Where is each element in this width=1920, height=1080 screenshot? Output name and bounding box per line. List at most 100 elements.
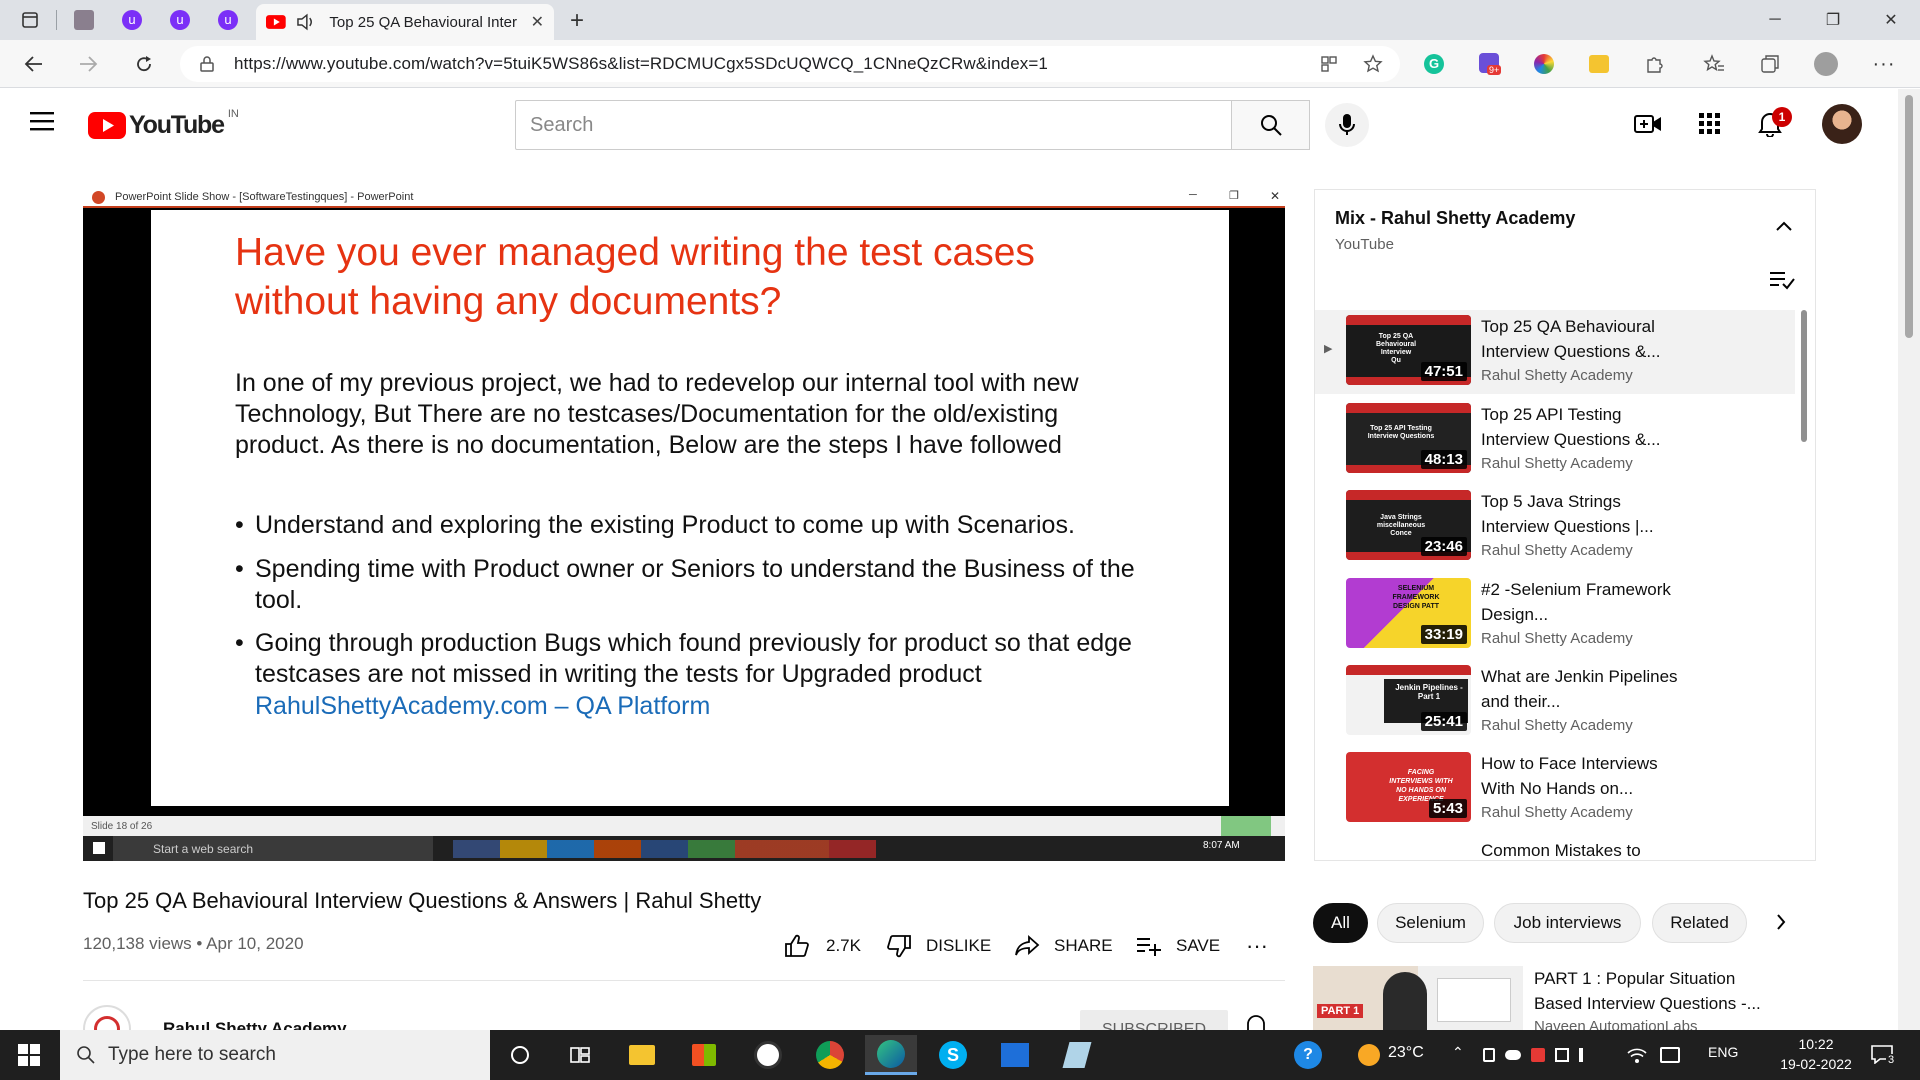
tab-pinned-3[interactable]: u [156,4,204,36]
collapse-playlist-button[interactable] [1775,220,1793,232]
playlist-item[interactable]: SELENIUM FRAMEWORK DESIGN PATT 33:19 #2 … [1315,573,1795,657]
taskbar-search-input[interactable]: Type here to search [60,1030,490,1080]
hamburger-menu-icon[interactable] [30,110,60,138]
tab-audio-icon[interactable] [296,13,316,31]
voice-search-button[interactable] [1325,103,1369,147]
collections-icon[interactable] [1754,50,1786,78]
thumbnail-text: SELENIUM FRAMEWORK DESIGN PATT [1392,585,1440,610]
playlist-item[interactable]: ▶ Top 25 QA Behavioural Interview Qu 47:… [1315,310,1795,394]
browser-menu-icon[interactable]: ··· [1868,50,1900,78]
chip-selenium[interactable]: Selenium [1377,903,1484,943]
add-favorite-icon[interactable] [1357,50,1389,78]
refresh-button[interactable] [128,50,160,78]
playlist-item[interactable]: Java Strings miscellaneous Conce 23:46 T… [1315,485,1795,569]
search-icon [1260,115,1282,136]
extensions-puzzle-icon[interactable] [1638,50,1670,78]
task-view-button[interactable] [554,1035,606,1075]
taskbar-clock[interactable]: 10:22 19-02-2022 [1780,1036,1852,1072]
file-explorer-app[interactable] [616,1035,668,1075]
app-available-icon[interactable] [1313,50,1345,78]
close-window-button[interactable]: ✕ [1862,0,1920,40]
skype-app[interactable]: S [927,1035,979,1075]
lock-icon[interactable] [200,56,214,72]
chip-related[interactable]: Related [1652,903,1747,943]
playlist-item[interactable]: FACING INTERVIEWS WITH NO HANDS ON EXPER… [1315,747,1795,831]
powerpoint-icon [92,191,105,204]
chip-job-interviews[interactable]: Job interviews [1494,903,1641,943]
playlist-item-channel: Rahul Shetty Academy [1481,804,1633,821]
device-icon[interactable] [1483,1048,1495,1062]
cortana-circle-icon [511,1046,529,1064]
playlist-item[interactable]: Jenkin Pipelines -Part 1 25:41 What are … [1315,660,1795,744]
video-player[interactable]: PowerPoint Slide Show - [SoftwareTesting… [83,188,1285,861]
photos-app[interactable] [989,1035,1041,1075]
more-actions-button[interactable]: ··· [1246,932,1268,960]
extension-badge-icon[interactable]: 9+ [1474,50,1506,78]
search-input[interactable]: Search [515,100,1232,150]
onedrive-cloud-icon[interactable] [1505,1050,1521,1060]
back-button[interactable] [18,50,50,78]
playlist-item-thumbnail: Java Strings miscellaneous Conce 23:46 [1346,490,1471,560]
playlist-item-channel: Rahul Shetty Academy [1481,367,1633,384]
weather-sun-icon[interactable] [1358,1044,1380,1066]
new-tab-button[interactable]: + [562,6,592,36]
color-picker-extension-icon[interactable] [1528,50,1560,78]
like-button[interactable]: 2.7K [784,932,861,960]
user-avatar[interactable] [1822,104,1862,144]
volume-icon[interactable] [1579,1048,1593,1062]
chrome-app[interactable] [804,1035,856,1075]
wifi-icon[interactable] [1626,1046,1650,1066]
share-button[interactable]: SHARE [1014,932,1113,960]
youtube-logo[interactable]: YouTube IN [88,108,239,140]
forward-button[interactable] [72,50,104,78]
chips-next-button[interactable] [1775,912,1787,932]
presentation-slide: Have you ever managed writing the test c… [151,210,1229,806]
save-button[interactable]: SAVE [1136,932,1220,960]
notes-extension-icon[interactable] [1583,50,1615,78]
save-playlist-button[interactable] [1769,270,1795,290]
action-center-button[interactable]: 3 [1870,1044,1897,1066]
help-icon[interactable]: ? [1294,1041,1322,1069]
slide-bullet-3: Going through production Bugs which foun… [255,629,1132,688]
snipping-icon [1062,1042,1092,1068]
grammarly-extension-icon[interactable]: G [1418,50,1450,78]
playlist-item[interactable]: Common Mistakes to [1315,834,1795,860]
tab-close-icon[interactable]: ✕ [531,12,544,32]
playlist-scrollbar[interactable] [1801,310,1807,442]
profile-avatar-icon[interactable] [1810,50,1842,78]
microsoft-store-app[interactable] [678,1035,730,1075]
show-hidden-icons-icon[interactable]: ⌃ [1452,1044,1464,1061]
edge-app[interactable] [865,1035,917,1075]
page-scrollbar-thumb[interactable] [1905,95,1913,338]
input-language[interactable]: ENG [1708,1044,1738,1060]
weather-temperature[interactable]: 23°C [1388,1044,1424,1062]
tab-pinned-2[interactable]: u [108,4,156,36]
pinned-app-icon[interactable] [742,1035,794,1075]
playlist-title[interactable]: Mix - Rahul Shetty Academy [1335,208,1575,229]
battery-icon[interactable] [1660,1047,1680,1063]
minimize-window-button[interactable]: ─ [1746,0,1804,40]
search-button[interactable] [1231,100,1310,150]
cortana-button[interactable] [494,1035,546,1075]
photos-icon [1001,1043,1029,1067]
snipping-tool-app[interactable] [1051,1035,1103,1075]
tab-actions-icon[interactable] [6,4,54,36]
recommendation-title[interactable]: PART 1 : Popular Situation Based Intervi… [1534,966,1764,1016]
chip-all[interactable]: All [1313,903,1368,943]
network-display-icon[interactable] [1555,1048,1569,1062]
tab-pinned-1[interactable] [60,4,108,36]
address-bar[interactable]: https://www.youtube.com/watch?v=5tuiK5WS… [180,46,1400,82]
playlist-item[interactable]: Top 25 API Testing Interview Questions 4… [1315,398,1795,482]
tab-pinned-4[interactable]: u [204,4,252,36]
active-tab[interactable]: Top 25 QA Behavioural Interview Question… [256,4,554,40]
recommendation-thumbnail[interactable]: PART 1 [1313,966,1523,1030]
dislike-button[interactable]: DISLIKE [886,932,991,960]
create-video-button[interactable] [1630,106,1666,142]
favorites-icon[interactable] [1698,50,1730,78]
apps-grid-button[interactable] [1692,106,1728,142]
start-button[interactable] [18,1044,40,1066]
windows-logo-icon [18,1044,40,1066]
antivirus-icon[interactable] [1531,1048,1545,1062]
maximize-window-button[interactable]: ❐ [1804,0,1862,40]
store-icon [692,1044,716,1066]
